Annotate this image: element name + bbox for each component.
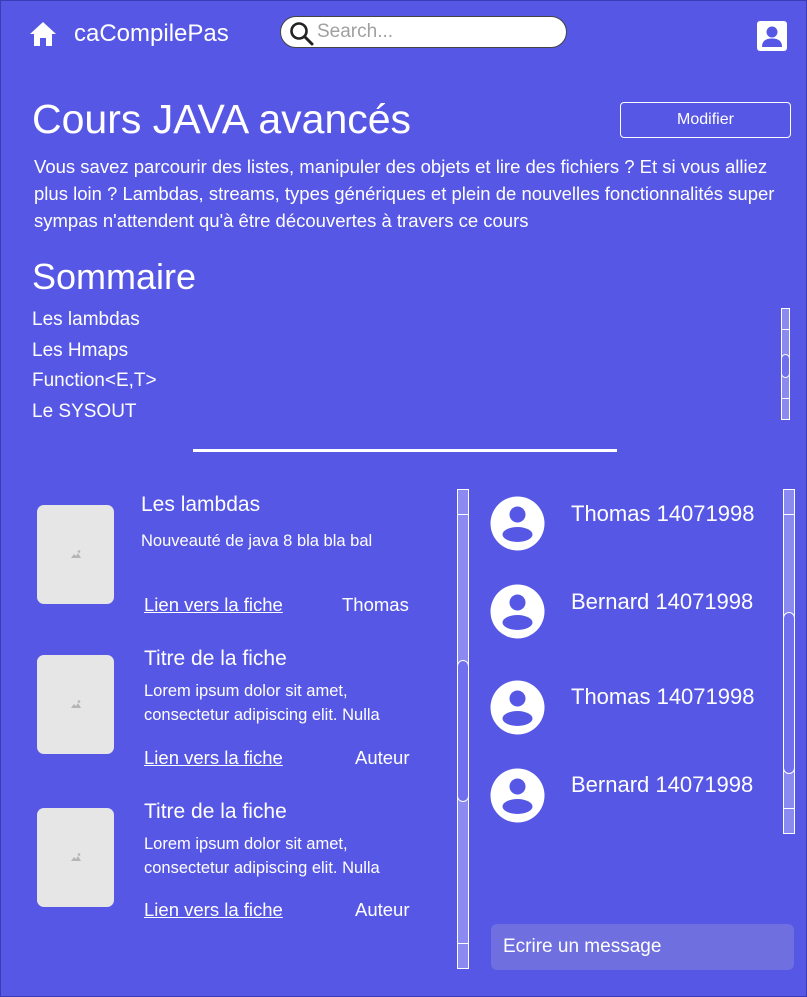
card-description: Nouveauté de java 8 bla bla bal <box>141 532 373 550</box>
toc-list: Les lambdas Les Hmaps Function<E,T> Le S… <box>32 305 157 427</box>
scroll-down-button[interactable] <box>458 943 468 968</box>
scroll-down-button[interactable] <box>784 808 794 833</box>
avatar-icon <box>490 584 545 639</box>
toc-item[interactable]: Le SYSOUT <box>32 397 157 428</box>
card-thumbnail <box>37 808 114 907</box>
card-thumbnail <box>37 655 114 754</box>
section-divider <box>193 449 617 452</box>
avatar-icon <box>490 496 545 551</box>
chat-message: Thomas 14071998 <box>571 684 755 709</box>
account-icon[interactable] <box>757 21 787 51</box>
toc-item[interactable]: Les Hmaps <box>32 336 157 367</box>
page-title: Cours JAVA avancés <box>32 96 412 142</box>
search-icon <box>290 22 314 46</box>
scroll-thumb[interactable] <box>781 354 790 378</box>
chat-scrollbar[interactable] <box>783 489 795 834</box>
search-bar[interactable] <box>280 16 567 48</box>
cards-scrollbar[interactable] <box>457 489 469 969</box>
scroll-up-button[interactable] <box>784 490 794 515</box>
card-link[interactable]: Lien vers la fiche <box>144 747 283 769</box>
toc-scrollbar[interactable] <box>781 308 790 420</box>
card-description: Lorem ipsum dolor sit amet, consectetur … <box>144 682 380 724</box>
home-icon[interactable] <box>29 21 57 47</box>
card-author: Auteur <box>355 899 410 920</box>
brand-name[interactable]: caCompilePas <box>74 19 229 49</box>
card-author: Auteur <box>355 747 410 768</box>
scroll-thumb[interactable] <box>457 660 469 802</box>
scroll-down-button[interactable] <box>782 398 789 419</box>
avatar-icon <box>490 768 545 823</box>
toc-item[interactable]: Les lambdas <box>32 305 157 336</box>
search-input[interactable] <box>317 19 557 45</box>
card-thumbnail <box>37 505 114 604</box>
chat-message: Bernard 14071998 <box>571 772 754 797</box>
edit-button[interactable]: Modifier <box>620 102 791 138</box>
message-input[interactable] <box>491 924 794 970</box>
image-placeholder-icon <box>71 550 81 558</box>
chat-message: Bernard 14071998 <box>571 589 754 614</box>
card-link[interactable]: Lien vers la fiche <box>144 594 283 616</box>
scroll-thumb[interactable] <box>783 612 795 774</box>
chat-message: Thomas 14071998 <box>571 501 755 526</box>
card-title: Titre de la fiche <box>144 800 287 823</box>
card-title: Titre de la fiche <box>144 647 287 670</box>
image-placeholder-icon <box>71 700 81 708</box>
avatar-icon <box>490 680 545 735</box>
course-description: Vous savez parcourir des listes, manipul… <box>34 156 775 231</box>
scroll-up-button[interactable] <box>458 490 468 515</box>
toc-item[interactable]: Function<E,T> <box>32 366 157 397</box>
card-author: Thomas <box>342 594 409 615</box>
scroll-up-button[interactable] <box>782 309 789 330</box>
card-description: Lorem ipsum dolor sit amet, consectetur … <box>144 835 380 877</box>
toc-title: Sommaire <box>32 256 197 297</box>
card-link[interactable]: Lien vers la fiche <box>144 899 283 921</box>
card-title: Les lambdas <box>141 493 261 516</box>
image-placeholder-icon <box>71 853 81 861</box>
